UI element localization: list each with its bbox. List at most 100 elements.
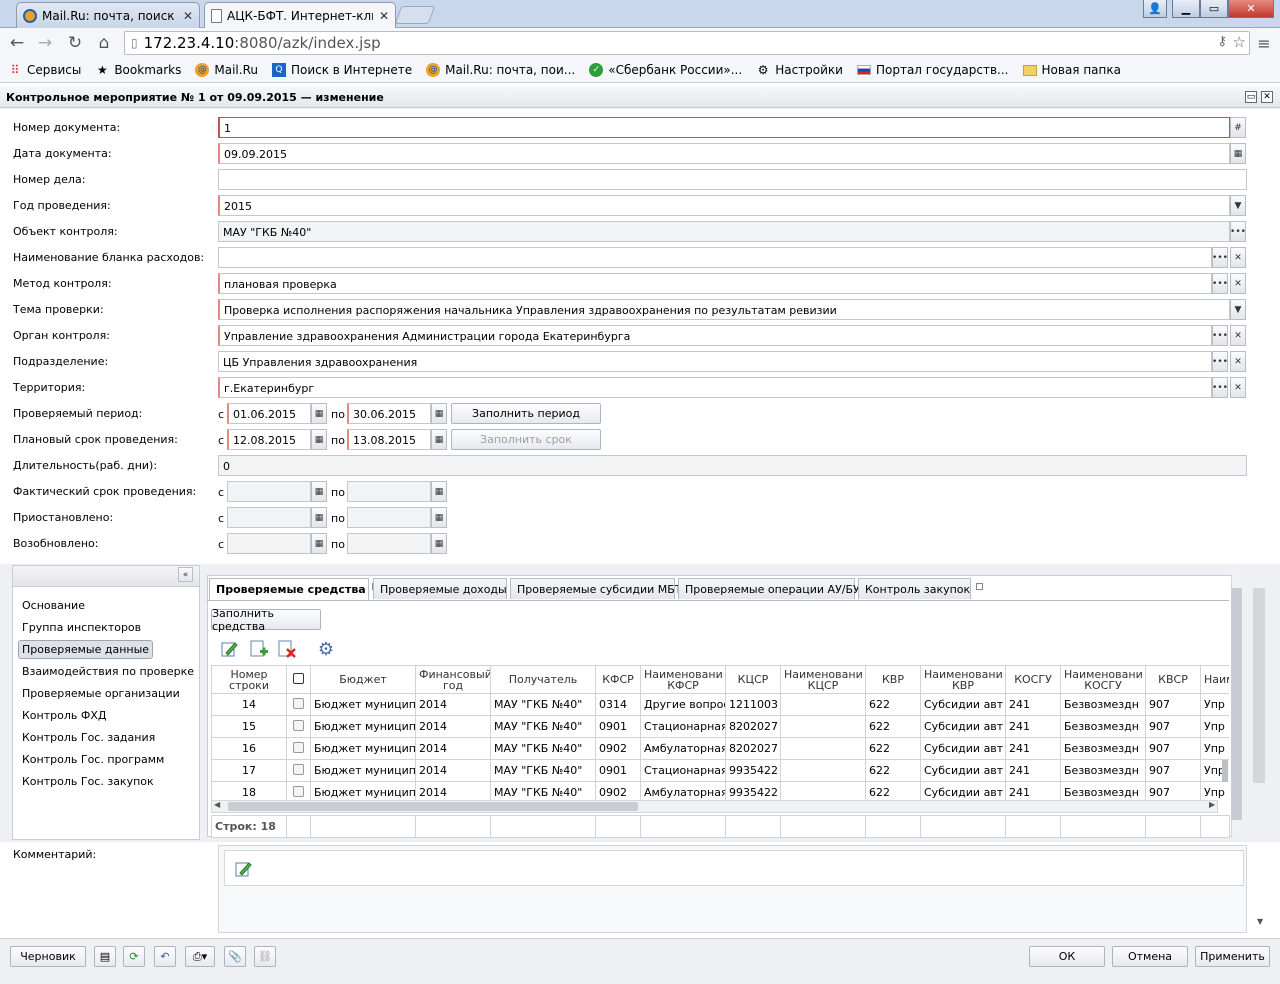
period-from-input[interactable]: 01.06.2015 (227, 403, 311, 424)
nav-item-gov-programs[interactable]: Контроль Гос. программ (22, 753, 164, 766)
tab-close-icon[interactable] (976, 583, 984, 590)
clear-icon[interactable]: ✕ (1230, 351, 1246, 372)
cell-kcsr-name[interactable] (780, 693, 866, 716)
doc-date-input[interactable]: 09.09.2015 (218, 143, 1230, 164)
tab-checked-income[interactable]: Проверяемые доходы (373, 578, 520, 599)
cell-kfsr[interactable]: 0902 (595, 737, 641, 760)
cell-kvsr[interactable]: 907 (1145, 737, 1201, 760)
calendar-icon[interactable]: ▦ (1230, 143, 1246, 164)
cell-kcsr-name[interactable] (780, 759, 866, 782)
numbering-icon[interactable]: # (1230, 117, 1246, 138)
cell-kfsr[interactable]: 0314 (595, 693, 641, 716)
form-vertical-scroll-thumb[interactable] (1253, 588, 1265, 783)
calendar-icon[interactable]: ▦ (311, 429, 327, 450)
cell-kvr-name[interactable]: Субсидии авт (920, 759, 1006, 782)
object-input[interactable]: МАУ "ГКБ №40" (218, 221, 1230, 242)
organ-input[interactable]: Управление здравоохранения Администрации… (218, 325, 1212, 346)
scroll-down-icon[interactable]: ▼ (1257, 917, 1263, 926)
cell-row-number[interactable]: 14 (211, 693, 287, 716)
panel-vertical-scroll-thumb[interactable] (1231, 588, 1242, 820)
link-icon[interactable]: ⛓ (254, 946, 276, 967)
tab-checked-operations[interactable]: Проверяемые операции АУ/БУ (678, 578, 873, 599)
calendar-icon[interactable]: ▦ (431, 533, 447, 554)
cell-kcsr-name[interactable] (780, 737, 866, 760)
bookmark-gov-portal[interactable]: Портал государств... (856, 63, 1009, 77)
ellipsis-icon[interactable]: ••• (1212, 377, 1228, 398)
ellipsis-icon[interactable]: ••• (1212, 325, 1228, 346)
row-checkbox[interactable] (293, 763, 304, 775)
bookmark-sberbank[interactable]: ✓ «Сбербанк России»... (589, 63, 742, 77)
fact-to-input[interactable] (347, 481, 431, 502)
cell-kcsr-name[interactable] (780, 781, 866, 800)
cell-kvsr[interactable]: 907 (1145, 715, 1201, 738)
cell-kosgu-name[interactable]: Безвозмездн (1060, 693, 1146, 716)
browser-tab-ack[interactable]: АЦК-БФТ. Интернет-клие ✕ (204, 2, 396, 29)
cell-kvsr[interactable]: 907 (1145, 759, 1201, 782)
cell-select[interactable] (286, 737, 311, 760)
settings-gear-icon[interactable]: ⚙ (315, 638, 337, 660)
fact-from-input[interactable] (227, 481, 311, 502)
col-header-kvr-name[interactable]: Наименовани КВР (920, 665, 1006, 694)
back-icon[interactable]: ← (6, 32, 28, 54)
close-tab-icon[interactable]: ✕ (379, 9, 389, 23)
cell-row-number[interactable]: 18 (211, 781, 287, 800)
edit-icon[interactable] (218, 638, 240, 660)
calendar-icon[interactable]: ▦ (311, 507, 327, 528)
clear-icon[interactable]: ✕ (1230, 247, 1246, 268)
col-header-kfsr[interactable]: КФСР (595, 665, 641, 694)
table-row[interactable]: 18 Бюджет муниципа 2014 МАУ "ГКБ №40" 0902 Ам… (211, 781, 1229, 800)
cell-row-number[interactable]: 17 (211, 759, 287, 782)
col-header-kcsr[interactable]: КЦСР (725, 665, 781, 694)
cell-kcsr[interactable]: 8202027 (725, 715, 781, 738)
table-row[interactable]: 15 Бюджет муниципа 2014 МАУ "ГКБ №40" 0901 Ст… (211, 715, 1229, 738)
maximize-dialog-icon[interactable]: ▭ (1245, 91, 1257, 103)
cell-recipient[interactable]: МАУ "ГКБ №40" (490, 781, 596, 800)
blank-input[interactable] (218, 247, 1212, 268)
table-row[interactable]: 17 Бюджет муниципа 2014 МАУ "ГКБ №40" 0901 Ст… (211, 759, 1229, 782)
cell-kvr-name[interactable]: Субсидии авт (920, 715, 1006, 738)
cell-kfsr[interactable]: 0902 (595, 781, 641, 800)
plan-from-input[interactable]: 12.08.2015 (227, 429, 311, 450)
theme-select[interactable]: Проверка исполнения распоряжения начальн… (218, 299, 1230, 320)
key-icon[interactable]: ⚷ (1217, 34, 1227, 49)
cell-kosgu[interactable]: 241 (1005, 693, 1061, 716)
suspended-to-input[interactable] (347, 507, 431, 528)
home-icon[interactable]: ⌂ (93, 32, 115, 54)
cell-extra[interactable]: Упр (1200, 715, 1229, 738)
cell-budget[interactable]: Бюджет муниципа (310, 759, 416, 782)
clear-icon[interactable]: ✕ (1230, 377, 1246, 398)
bookmark-settings[interactable]: ⚙ Настройки (756, 63, 843, 77)
cell-kosgu-name[interactable]: Безвозмездн (1060, 781, 1146, 800)
fill-funds-button[interactable]: Заполнить средства (211, 607, 321, 633)
cell-kvr-name[interactable]: Субсидии авт (920, 781, 1006, 800)
cell-row-number[interactable]: 15 (211, 715, 287, 738)
nav-item-organizations[interactable]: Проверяемые организации (22, 687, 180, 700)
resumed-to-input[interactable] (347, 533, 431, 554)
cell-extra[interactable]: Упр (1200, 781, 1229, 800)
ok-button[interactable]: ОК (1029, 946, 1105, 967)
cell-kcsr[interactable]: 9935422 (725, 781, 781, 800)
cell-kvr[interactable]: 622 (865, 737, 921, 760)
cell-extra[interactable]: Упр (1200, 693, 1229, 716)
tab-checked-subsidies[interactable]: Проверяемые субсидии МБТ (510, 578, 695, 599)
cell-budget[interactable]: Бюджет муниципа (310, 693, 416, 716)
col-header-select[interactable] (286, 665, 311, 694)
apply-button[interactable]: Применить (1195, 946, 1270, 967)
cell-kosgu[interactable]: 241 (1005, 715, 1061, 738)
cell-kcsr[interactable]: 8202027 (725, 737, 781, 760)
calendar-icon[interactable]: ▦ (431, 481, 447, 502)
cell-extra[interactable]: Упр (1200, 737, 1229, 760)
chevron-down-icon[interactable]: ▼ (1230, 195, 1246, 216)
cell-kvr[interactable]: 622 (865, 693, 921, 716)
row-checkbox[interactable] (293, 719, 304, 731)
bookmark-services[interactable]: ⠿ Сервисы (8, 63, 82, 77)
cell-kosgu-name[interactable]: Безвозмездн (1060, 759, 1146, 782)
close-window-button[interactable]: ✕ (1228, 0, 1274, 18)
cell-recipient[interactable]: МАУ "ГКБ №40" (490, 759, 596, 782)
maximize-button[interactable]: ▭ (1200, 0, 1228, 18)
col-header-kcsr-name[interactable]: Наименовани КЦСР (780, 665, 866, 694)
chevron-down-icon[interactable]: ▼ (1230, 299, 1246, 320)
col-header-fin-year[interactable]: Финансовый год (415, 665, 491, 694)
cell-kfsr-name[interactable]: Другие вопрос (640, 693, 726, 716)
cell-budget[interactable]: Бюджет муниципа (310, 715, 416, 738)
